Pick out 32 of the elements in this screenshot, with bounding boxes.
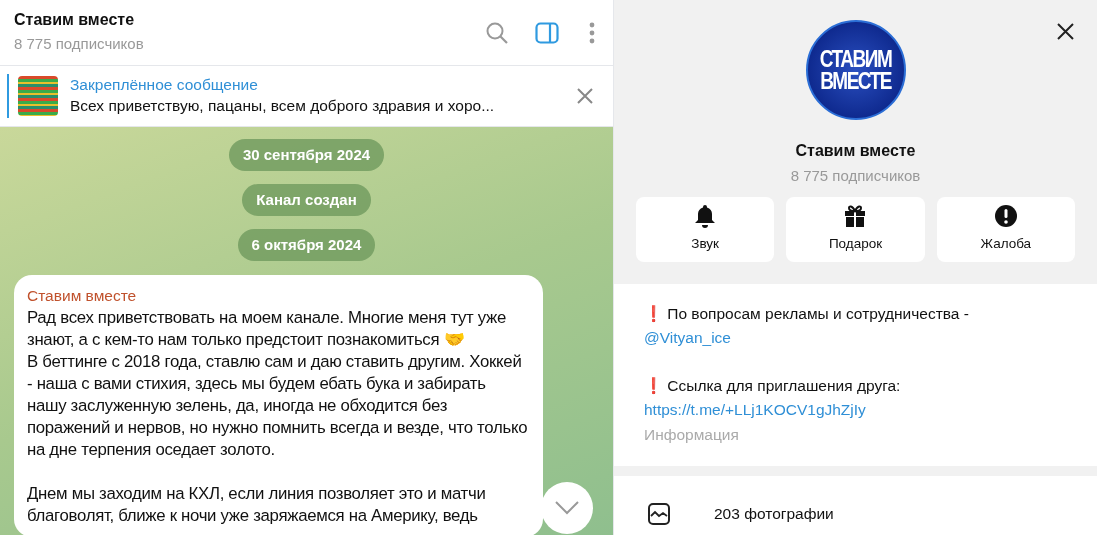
info-text: ❗ По вопросам рекламы и сотрудничества - [644,304,970,324]
service-message: 30 сентября 2024 [228,139,385,171]
subscriber-count: 8 775 подписчиков [14,34,145,54]
exclamation-icon [993,204,1018,229]
chevron-down-icon [555,501,579,515]
service-message: 6 октября 2024 [237,229,376,261]
media-count[interactable]: 203 фотографии [714,502,834,526]
service-message: Канал создан [242,184,371,216]
scroll-down-button[interactable] [541,482,593,534]
message-text: Днем мы заходим на КХЛ, если линия позволяет это и матчи благоволят, ближе к ночи уже заряжаемся на Америку, ведь [27,483,487,527]
pinned-text: Всех приветствую, пацаны, всем доброго здравия и хоро... [70,96,496,116]
message-text: Рад всех приветствовать на моем канале. Многие меня тут уже знают, а с кем-то нам только предстоит познакомиться 🤝 В беттинге с 2018 года, ставлю сам и даю ставить другим. Хоккей - наша с вами стихия, здесь мы будем ебать бука и забирать нашу заслуженную зелень, да, иногда не обходится без поражений и нервов, но нужно помнить всегда и везде, что только на дне терпения оседает золото. [27,307,529,461]
info-link[interactable]: https://t.me/+LLj1KOCV1gJhZjIy [644,398,866,422]
report-button[interactable]: Жалоба [936,197,1075,262]
image-icon [648,502,670,525]
message-author: Ставим вместе [27,286,138,306]
close-icon[interactable] [1057,23,1074,40]
gift-button[interactable]: Подарок [786,197,925,262]
info-caption: Информация [644,425,740,445]
gift-icon [844,204,867,229]
pinned-thumbnail [18,76,58,116]
more-icon[interactable] [589,21,595,44]
chat-title: Ставим вместе [14,10,136,30]
bell-icon [694,204,717,229]
pinned-label: Закреплённое сообщение [70,75,259,95]
info-link[interactable]: @Vityan_ice [644,326,731,350]
sound-button[interactable]: Звук [636,197,775,262]
subscriber-count: 8 775 подписчиков [790,166,921,186]
search-icon[interactable] [485,20,509,45]
info-text: ❗ Ссылка для приглашения друга: [644,376,902,396]
sidebar-toggle-icon[interactable] [535,21,559,44]
channel-name: Ставим вместе [795,141,916,161]
